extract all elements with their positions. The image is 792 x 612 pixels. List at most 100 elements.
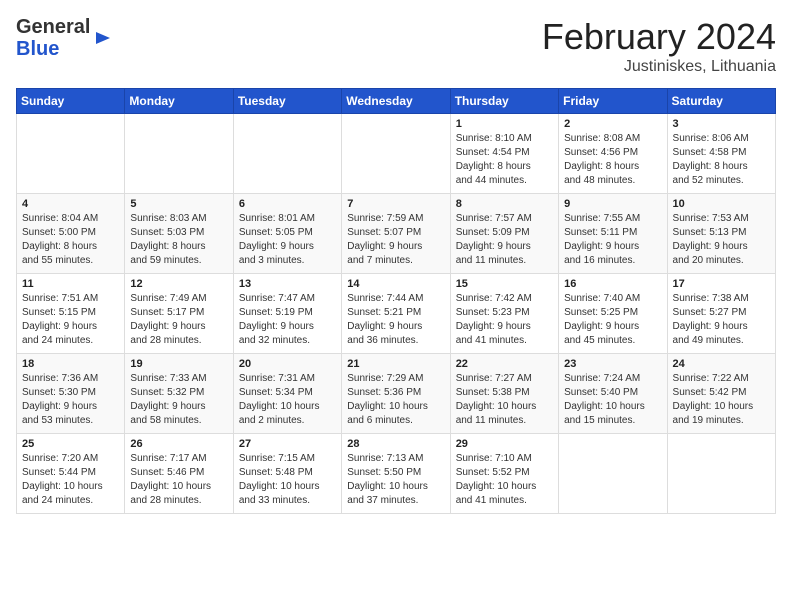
calendar-cell — [342, 114, 450, 194]
calendar-cell: 14 Sunrise: 7:44 AM Sunset: 5:21 PM Dayli… — [342, 274, 450, 354]
day-number: 18 — [22, 358, 119, 370]
day-info: Sunrise: 7:20 AM Sunset: 5:44 PM Dayligh… — [22, 452, 119, 508]
day-info: Sunrise: 8:06 AM Sunset: 4:58 PM Dayligh… — [673, 132, 770, 188]
calendar-cell — [233, 114, 341, 194]
logo-blue: Blue — [16, 38, 59, 60]
col-header-saturday: Saturday — [667, 89, 775, 114]
day-info: Sunrise: 7:44 AM Sunset: 5:21 PM Dayligh… — [347, 292, 444, 348]
calendar-cell: 11 Sunrise: 7:51 AM Sunset: 5:15 PM Dayli… — [17, 274, 125, 354]
page-header: General Blue February 2024 Justiniskes, … — [16, 16, 776, 76]
calendar-cell: 25 Sunrise: 7:20 AM Sunset: 5:44 PM Dayli… — [17, 434, 125, 514]
day-info: Sunrise: 7:22 AM Sunset: 5:42 PM Dayligh… — [673, 372, 770, 428]
calendar-table: SundayMondayTuesdayWednesdayThursdayFrid… — [16, 88, 776, 514]
day-info: Sunrise: 7:55 AM Sunset: 5:11 PM Dayligh… — [564, 212, 661, 268]
calendar-cell — [17, 114, 125, 194]
month-title: February 2024 — [542, 16, 776, 58]
day-info: Sunrise: 8:01 AM Sunset: 5:05 PM Dayligh… — [239, 212, 336, 268]
week-row-3: 11 Sunrise: 7:51 AM Sunset: 5:15 PM Dayli… — [17, 274, 776, 354]
day-info: Sunrise: 7:36 AM Sunset: 5:30 PM Dayligh… — [22, 372, 119, 428]
day-info: Sunrise: 7:31 AM Sunset: 5:34 PM Dayligh… — [239, 372, 336, 428]
calendar-cell: 6 Sunrise: 8:01 AM Sunset: 5:05 PM Daylig… — [233, 194, 341, 274]
day-info: Sunrise: 7:29 AM Sunset: 5:36 PM Dayligh… — [347, 372, 444, 428]
calendar-cell: 7Sunrise: 7:59 AM Sunset: 5:07 PM Daylig… — [342, 194, 450, 274]
calendar-cell: 13 Sunrise: 7:47 AM Sunset: 5:19 PM Dayli… — [233, 274, 341, 354]
day-number: 11 — [22, 278, 119, 290]
calendar-cell: 26 Sunrise: 7:17 AM Sunset: 5:46 PM Dayli… — [125, 434, 233, 514]
calendar-header-row: SundayMondayTuesdayWednesdayThursdayFrid… — [17, 89, 776, 114]
calendar-cell: 22 Sunrise: 7:27 AM Sunset: 5:38 PM Dayli… — [450, 354, 558, 434]
calendar-cell: 12Sunrise: 7:49 AM Sunset: 5:17 PM Dayli… — [125, 274, 233, 354]
calendar-cell: 28 Sunrise: 7:13 AM Sunset: 5:50 PM Dayli… — [342, 434, 450, 514]
day-info: Sunrise: 7:13 AM Sunset: 5:50 PM Dayligh… — [347, 452, 444, 508]
day-info: Sunrise: 7:40 AM Sunset: 5:25 PM Dayligh… — [564, 292, 661, 348]
calendar-cell: 24 Sunrise: 7:22 AM Sunset: 5:42 PM Dayli… — [667, 354, 775, 434]
calendar-cell: 8 Sunrise: 7:57 AM Sunset: 5:09 PM Daylig… — [450, 194, 558, 274]
day-number: 22 — [456, 358, 553, 370]
day-info: Sunrise: 7:47 AM Sunset: 5:19 PM Dayligh… — [239, 292, 336, 348]
day-number: 10 — [673, 198, 770, 210]
day-info: Sunrise: 7:42 AM Sunset: 5:23 PM Dayligh… — [456, 292, 553, 348]
day-number: 13 — [239, 278, 336, 290]
day-info: Sunrise: 8:03 AM Sunset: 5:03 PM Dayligh… — [130, 212, 227, 268]
day-info: Sunrise: 8:10 AM Sunset: 4:54 PM Dayligh… — [456, 132, 553, 188]
day-info: Sunrise: 7:57 AM Sunset: 5:09 PM Dayligh… — [456, 212, 553, 268]
day-info: Sunrise: 7:33 AM Sunset: 5:32 PM Dayligh… — [130, 372, 227, 428]
day-number: 12 — [130, 278, 227, 290]
calendar-cell — [125, 114, 233, 194]
day-info: Sunrise: 7:10 AM Sunset: 5:52 PM Dayligh… — [456, 452, 553, 508]
day-info: Sunrise: 7:17 AM Sunset: 5:46 PM Dayligh… — [130, 452, 227, 508]
calendar-cell: 19 Sunrise: 7:33 AM Sunset: 5:32 PM Dayli… — [125, 354, 233, 434]
calendar-cell: 1 Sunrise: 8:10 AM Sunset: 4:54 PM Daylig… — [450, 114, 558, 194]
day-number: 19 — [130, 358, 227, 370]
calendar-cell: 15 Sunrise: 7:42 AM Sunset: 5:23 PM Dayli… — [450, 274, 558, 354]
day-number: 23 — [564, 358, 661, 370]
day-info: Sunrise: 7:59 AM Sunset: 5:07 PM Dayligh… — [347, 212, 444, 268]
day-number: 21 — [347, 358, 444, 370]
day-info: Sunrise: 7:15 AM Sunset: 5:48 PM Dayligh… — [239, 452, 336, 508]
day-number: 24 — [673, 358, 770, 370]
logo-general: General — [16, 16, 90, 38]
calendar-cell: 16 Sunrise: 7:40 AM Sunset: 5:25 PM Dayli… — [559, 274, 667, 354]
week-row-2: 4 Sunrise: 8:04 AM Sunset: 5:00 PM Daylig… — [17, 194, 776, 274]
calendar-cell: 20 Sunrise: 7:31 AM Sunset: 5:34 PM Dayli… — [233, 354, 341, 434]
calendar-cell: 9 Sunrise: 7:55 AM Sunset: 5:11 PM Daylig… — [559, 194, 667, 274]
col-header-sunday: Sunday — [17, 89, 125, 114]
day-number: 20 — [239, 358, 336, 370]
calendar-cell: 29 Sunrise: 7:10 AM Sunset: 5:52 PM Dayli… — [450, 434, 558, 514]
calendar-cell: 10 Sunrise: 7:53 AM Sunset: 5:13 PM Dayli… — [667, 194, 775, 274]
day-info: Sunrise: 8:04 AM Sunset: 5:00 PM Dayligh… — [22, 212, 119, 268]
col-header-tuesday: Tuesday — [233, 89, 341, 114]
location: Justiniskes, Lithuania — [542, 58, 776, 76]
day-number: 15 — [456, 278, 553, 290]
col-header-wednesday: Wednesday — [342, 89, 450, 114]
calendar-cell: 2Sunrise: 8:08 AM Sunset: 4:56 PM Daylig… — [559, 114, 667, 194]
day-number: 1 — [456, 118, 553, 130]
calendar-cell — [667, 434, 775, 514]
week-row-4: 18 Sunrise: 7:36 AM Sunset: 5:30 PM Dayli… — [17, 354, 776, 434]
day-number: 4 — [22, 198, 119, 210]
logo-arrow-icon — [94, 29, 112, 47]
calendar-cell: 23 Sunrise: 7:24 AM Sunset: 5:40 PM Dayli… — [559, 354, 667, 434]
day-number: 28 — [347, 438, 444, 450]
calendar-cell: 5Sunrise: 8:03 AM Sunset: 5:03 PM Daylig… — [125, 194, 233, 274]
calendar-cell: 27Sunrise: 7:15 AM Sunset: 5:48 PM Dayli… — [233, 434, 341, 514]
week-row-5: 25 Sunrise: 7:20 AM Sunset: 5:44 PM Dayli… — [17, 434, 776, 514]
day-number: 16 — [564, 278, 661, 290]
day-number: 8 — [456, 198, 553, 210]
day-info: Sunrise: 8:08 AM Sunset: 4:56 PM Dayligh… — [564, 132, 661, 188]
day-number: 9 — [564, 198, 661, 210]
col-header-friday: Friday — [559, 89, 667, 114]
day-number: 26 — [130, 438, 227, 450]
logo-text: General Blue — [16, 16, 112, 60]
calendar-cell — [559, 434, 667, 514]
day-info: Sunrise: 7:24 AM Sunset: 5:40 PM Dayligh… — [564, 372, 661, 428]
day-number: 25 — [22, 438, 119, 450]
col-header-monday: Monday — [125, 89, 233, 114]
day-number: 6 — [239, 198, 336, 210]
day-number: 3 — [673, 118, 770, 130]
day-info: Sunrise: 7:51 AM Sunset: 5:15 PM Dayligh… — [22, 292, 119, 348]
day-info: Sunrise: 7:27 AM Sunset: 5:38 PM Dayligh… — [456, 372, 553, 428]
day-number: 14 — [347, 278, 444, 290]
day-info: Sunrise: 7:53 AM Sunset: 5:13 PM Dayligh… — [673, 212, 770, 268]
day-number: 29 — [456, 438, 553, 450]
